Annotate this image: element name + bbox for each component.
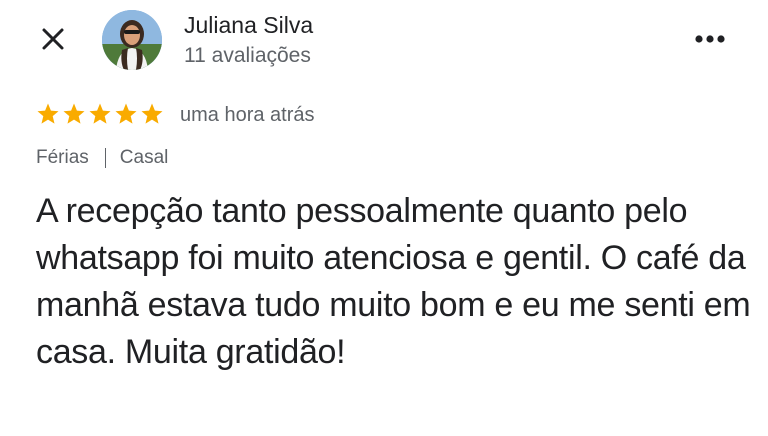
more-options-button[interactable] xyxy=(688,24,732,54)
reviewer-name[interactable]: Juliana Silva xyxy=(184,11,313,39)
reviewer-review-count: 11 avaliações xyxy=(184,44,311,67)
avatar[interactable] xyxy=(102,10,162,70)
star-icon xyxy=(140,102,164,126)
close-button[interactable] xyxy=(40,26,66,52)
tag-ferias: Férias xyxy=(36,147,89,168)
close-icon xyxy=(42,28,64,50)
tag-casal: Casal xyxy=(119,147,169,168)
reviewer-photo xyxy=(102,10,162,70)
star-rating xyxy=(36,102,164,126)
tag-divider xyxy=(104,148,106,168)
star-icon xyxy=(62,102,86,126)
review-time: uma hora atrás xyxy=(180,104,315,126)
star-icon xyxy=(88,102,112,126)
review-tags: Férias Casal xyxy=(36,146,168,170)
star-icon xyxy=(114,102,138,126)
star-icon xyxy=(36,102,60,126)
review-text: A recepção tanto pessoalmente quanto pel… xyxy=(36,192,751,371)
more-vertical-dots-icon xyxy=(695,35,725,43)
